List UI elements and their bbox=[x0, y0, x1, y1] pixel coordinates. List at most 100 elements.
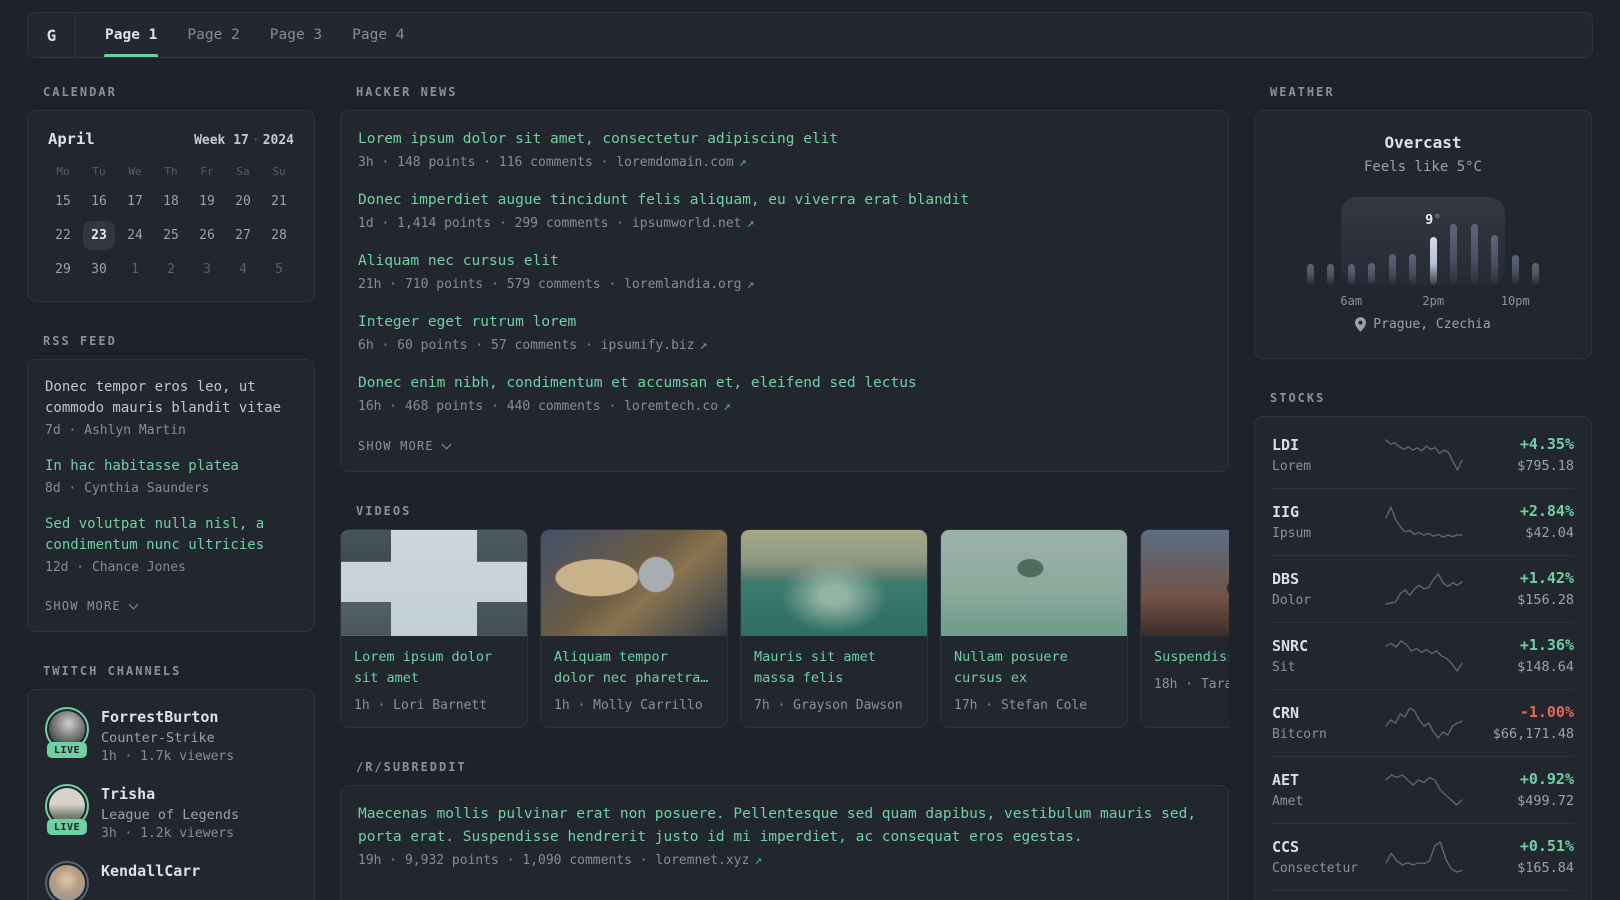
weekday-label: Su bbox=[272, 165, 286, 178]
page-tabs: Page 1 Page 2 Page 3 Page 4 bbox=[76, 13, 420, 57]
meta-text: 19h · 9,932 points · 1,090 comments · lo… bbox=[358, 853, 750, 868]
external-link-icon[interactable]: ↗ bbox=[742, 277, 755, 292]
weather-card: Overcast Feels like 5°C 9° 6am 2pm 10pm Pra… bbox=[1254, 110, 1592, 359]
avatar[interactable]: LIVE bbox=[45, 707, 89, 758]
video-thumbnail[interactable] bbox=[741, 530, 927, 636]
external-link-icon[interactable]: ↗ bbox=[695, 338, 708, 353]
calendar-day: 17 bbox=[127, 194, 143, 209]
avatar[interactable] bbox=[45, 861, 89, 900]
external-link-icon[interactable]: ↗ bbox=[749, 853, 762, 868]
calendar-month: April bbox=[48, 130, 95, 148]
video-card[interactable]: Suspendisse diam 18h · Tara bbox=[1140, 529, 1229, 728]
stock-sparkline bbox=[1385, 773, 1463, 806]
twitch-channel-name[interactable]: KendallCarr bbox=[101, 861, 200, 881]
avatar[interactable]: LIVE bbox=[45, 784, 89, 835]
calendar-day: 2 bbox=[167, 262, 175, 277]
video-card[interactable]: Lorem ipsum dolor sit amet consectetu… 1… bbox=[340, 529, 528, 728]
rss-show-more-button[interactable]: SHOW MORE bbox=[45, 599, 139, 613]
video-title[interactable]: Suspendisse diam bbox=[1154, 647, 1229, 668]
app-logo: G bbox=[28, 13, 76, 57]
rss-item-title[interactable]: Donec tempor eros leo, ut commodo mauris… bbox=[45, 377, 297, 419]
subreddit-post: Maecenas mollis pulvinar erat non posuer… bbox=[358, 803, 1211, 871]
hackernews-show-more-button[interactable]: SHOW MORE bbox=[358, 439, 452, 453]
rss-item-title[interactable]: Sed volutpat nulla nisl, a condimentum n… bbox=[45, 514, 297, 556]
calendar-day: 25 bbox=[163, 228, 179, 243]
stock-ticker[interactable]: DBS bbox=[1272, 570, 1384, 589]
video-thumbnail[interactable] bbox=[541, 530, 727, 636]
videos-widget: VIDEOS Lorem ipsum dolor sit amet consec… bbox=[340, 504, 1229, 728]
tab-page-4[interactable]: Page 4 bbox=[337, 13, 419, 57]
calendar-day: 3 bbox=[203, 262, 211, 277]
avatar-photo bbox=[49, 865, 85, 900]
calendar-section-title: CALENDAR bbox=[43, 85, 117, 99]
hourly-temp-bar bbox=[1409, 254, 1417, 285]
stock-name: Sit bbox=[1272, 659, 1296, 675]
stock-row: AET Amet +0.92% $499.72 bbox=[1272, 756, 1574, 823]
rss-item-meta: 7d · Ashlyn Martin bbox=[45, 423, 186, 438]
stock-sparkline bbox=[1385, 639, 1463, 672]
video-title[interactable]: Aliquam tempor dolor nec pharetra… bbox=[554, 647, 714, 689]
stock-ticker[interactable]: CCS bbox=[1272, 838, 1384, 857]
tab-page-2[interactable]: Page 2 bbox=[172, 13, 254, 57]
rss-item: Donec tempor eros leo, ut commodo mauris… bbox=[45, 377, 297, 441]
hour-slot bbox=[1505, 197, 1526, 285]
video-title[interactable]: Mauris sit amet massa felis bbox=[754, 647, 914, 689]
stock-change: +0.51% bbox=[1519, 837, 1574, 855]
video-meta: 1h · Molly Carrillo bbox=[554, 698, 703, 713]
hourly-temp-bar bbox=[1470, 224, 1478, 285]
rss-item-title[interactable]: In hac habitasse platea bbox=[45, 456, 297, 477]
video-thumbnail[interactable] bbox=[941, 530, 1127, 636]
stock-ticker[interactable]: LDI bbox=[1272, 436, 1384, 455]
video-thumbnail[interactable] bbox=[341, 530, 527, 636]
tab-page-1[interactable]: Page 1 bbox=[90, 13, 172, 57]
hackernews-item-title[interactable]: Aliquam nec cursus elit bbox=[358, 250, 1211, 273]
top-navbar: G Page 1 Page 2 Page 3 Page 4 bbox=[27, 12, 1593, 58]
hackernews-item-title[interactable]: Donec imperdiet augue tincidunt felis al… bbox=[358, 189, 1211, 212]
hackernews-item-title[interactable]: Lorem ipsum dolor sit amet, consectetur … bbox=[358, 128, 1211, 151]
stock-ticker[interactable]: IIG bbox=[1272, 503, 1384, 522]
external-link-icon[interactable]: ↗ bbox=[718, 399, 731, 414]
twitch-channel-name[interactable]: ForrestBurton bbox=[101, 707, 234, 727]
calendar-year: 2024 bbox=[262, 133, 294, 148]
calendar-day: 29 bbox=[55, 262, 71, 277]
external-link-icon[interactable]: ↗ bbox=[734, 155, 747, 170]
hackernews-item: Donec enim nibh, condimentum et accumsan… bbox=[358, 372, 1211, 417]
current-temp-label: 9° bbox=[1425, 212, 1442, 228]
hour-slot bbox=[1362, 197, 1383, 285]
rss-item-meta: 12d · Chance Jones bbox=[45, 560, 186, 575]
video-title[interactable]: Lorem ipsum dolor sit amet consectetu… bbox=[354, 647, 514, 689]
right-column: WEATHER Overcast Feels like 5°C 9° 6am 2pm… bbox=[1254, 85, 1592, 900]
stock-change: +2.84% bbox=[1519, 502, 1574, 520]
tab-page-3[interactable]: Page 3 bbox=[255, 13, 337, 57]
video-card[interactable]: Mauris sit amet massa felis 7h · Grayson… bbox=[740, 529, 928, 728]
external-link-icon[interactable]: ↗ bbox=[742, 216, 755, 231]
chevron-down-icon bbox=[128, 599, 139, 610]
hackernews-item-title[interactable]: Integer eget rutrum lorem bbox=[358, 311, 1211, 334]
video-card[interactable]: Aliquam tempor dolor nec pharetra… 1h · … bbox=[540, 529, 728, 728]
stock-ticker[interactable]: AET bbox=[1272, 771, 1384, 790]
hackernews-item-meta: 21h · 710 points · 579 comments · loreml… bbox=[358, 275, 1211, 295]
video-card[interactable]: Nullam posuere cursus ex 17h · Stefan Co… bbox=[940, 529, 1128, 728]
hackernews-item: Lorem ipsum dolor sit amet, consectetur … bbox=[358, 128, 1211, 173]
stock-price: $156.28 bbox=[1517, 592, 1574, 608]
weekday-label: Fr bbox=[200, 165, 214, 178]
stock-ticker[interactable]: CRN bbox=[1272, 704, 1384, 723]
calendar-day: 26 bbox=[199, 228, 215, 243]
subreddit-post-title[interactable]: Maecenas mollis pulvinar erat non posuer… bbox=[358, 803, 1211, 849]
video-title[interactable]: Nullam posuere cursus ex bbox=[954, 647, 1114, 689]
video-thumbnail[interactable] bbox=[1141, 530, 1229, 636]
stock-row: CCS Consectetur +0.51% $165.84 bbox=[1272, 823, 1574, 890]
stock-name: Dolor bbox=[1272, 592, 1312, 608]
calendar-day: 24 bbox=[127, 228, 143, 243]
hackernews-item: Aliquam nec cursus elit 21h · 710 points… bbox=[358, 250, 1211, 295]
hourly-temp-bar bbox=[1429, 237, 1437, 285]
stock-ticker[interactable]: SNRC bbox=[1272, 637, 1384, 656]
weekday-label: Tu bbox=[92, 165, 106, 178]
hackernews-item-title[interactable]: Donec enim nibh, condimentum et accumsan… bbox=[358, 372, 1211, 395]
twitch-channel-name[interactable]: Trisha bbox=[101, 784, 239, 804]
week-number: Week 17 bbox=[194, 133, 249, 148]
twitch-meta: 1h · 1.7k viewers bbox=[101, 749, 235, 764]
hackernews-item-meta: 6h · 60 points · 57 comments · ipsumify.… bbox=[358, 336, 1211, 356]
show-more-label: SHOW MORE bbox=[45, 599, 121, 613]
twitch-channel-row: LIVE ForrestBurton Counter-Strike 1h · 1… bbox=[45, 707, 297, 764]
